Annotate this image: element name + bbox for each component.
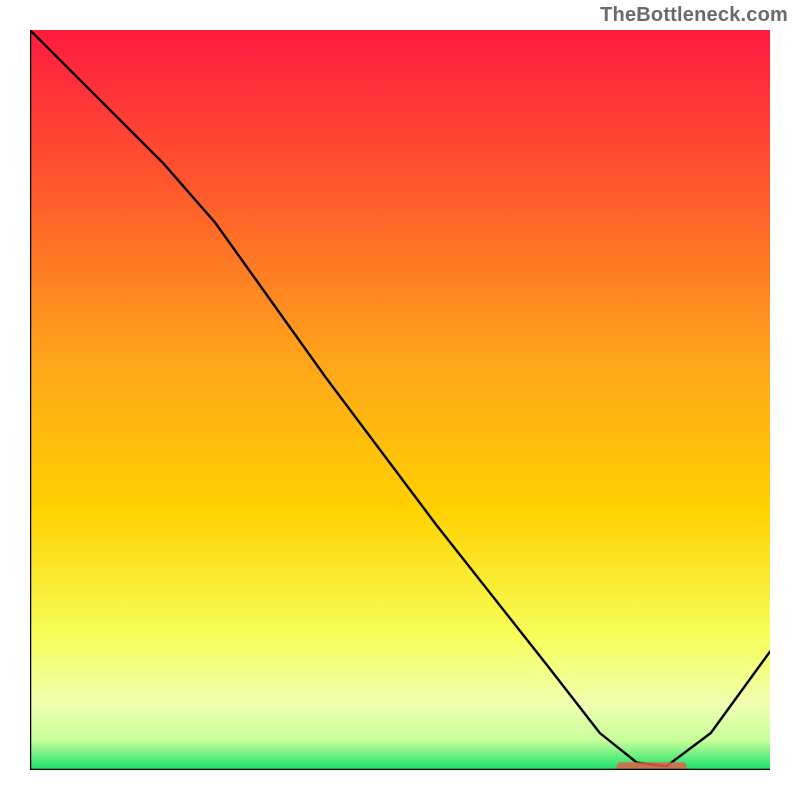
watermark-text: TheBottleneck.com (600, 4, 788, 27)
chart-frame: TheBottleneck.com (0, 0, 800, 800)
plot-area (30, 30, 770, 770)
chart-svg (30, 30, 770, 770)
